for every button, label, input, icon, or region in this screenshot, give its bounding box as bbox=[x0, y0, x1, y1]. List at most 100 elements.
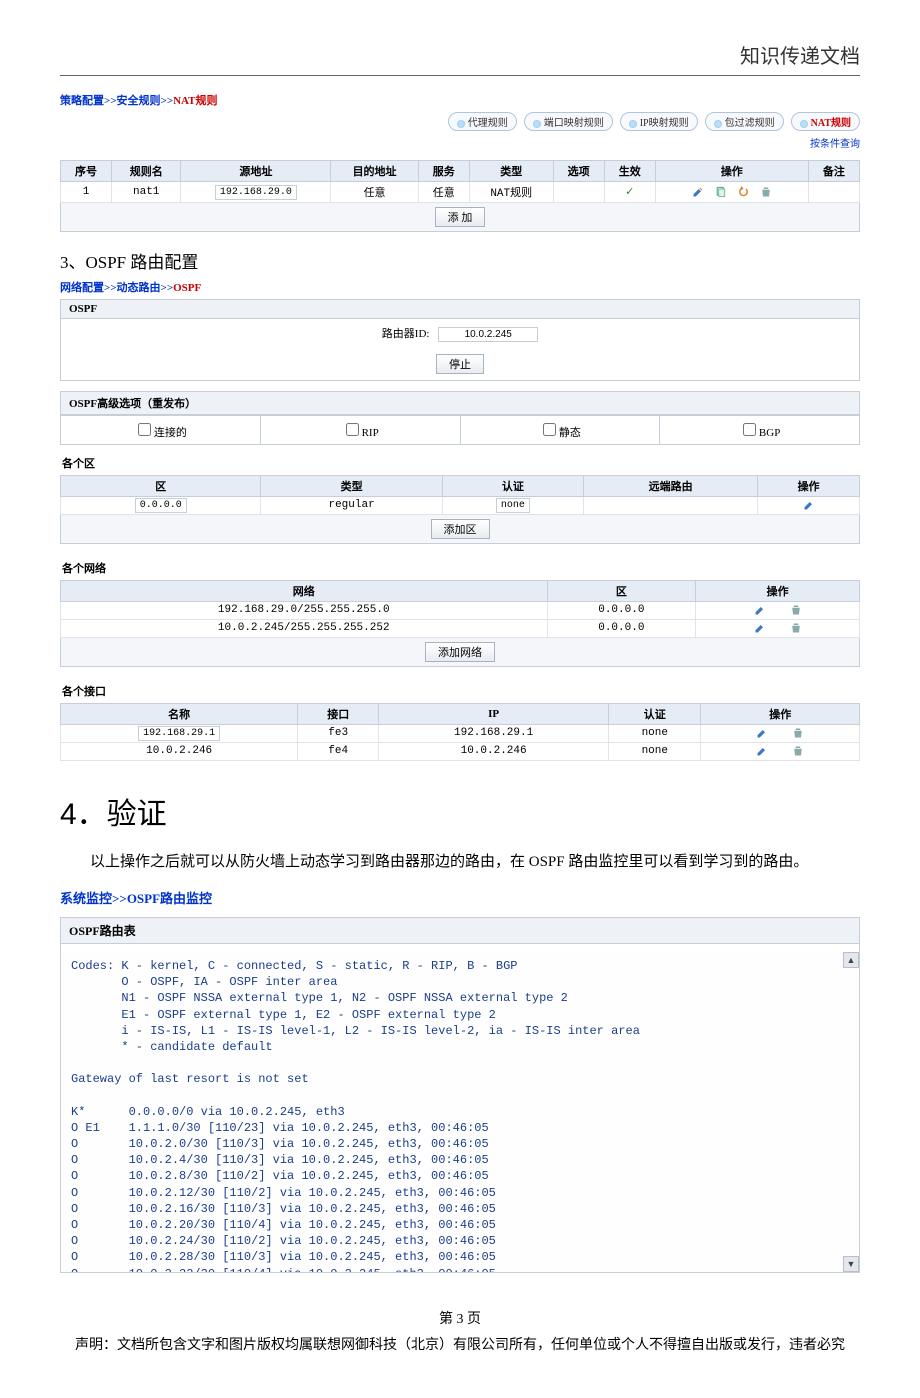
nat-rule-table: 序号 规则名 源地址 目的地址 服务 类型 选项 生效 操作 备注 1 nat1… bbox=[60, 160, 860, 203]
crumb-current: NAT规则 bbox=[173, 95, 217, 107]
tab-filter-rule[interactable]: 包过滤规则 bbox=[705, 112, 784, 131]
section-3-heading: 3、OSPF 路由配置 bbox=[60, 248, 860, 273]
col-svc: 服务 bbox=[418, 161, 469, 182]
ifs-title: 各个接口 bbox=[62, 683, 858, 699]
area-id[interactable]: 0.0.0.0 bbox=[135, 498, 187, 513]
col-src: 源地址 bbox=[181, 161, 331, 182]
if-name: 10.0.2.246 bbox=[61, 742, 298, 760]
cell-type: NAT规则 bbox=[469, 182, 553, 203]
areas-table: 区 类型 认证 远端路由 操作 0.0.0.0 regular none bbox=[60, 475, 860, 515]
add-net-button[interactable]: 添加网络 bbox=[425, 642, 495, 662]
net-area: 0.0.0.0 bbox=[547, 619, 696, 637]
chk-static[interactable] bbox=[543, 423, 556, 436]
net-area: 0.0.0.0 bbox=[547, 601, 696, 619]
ifs-table: 名称 接口 IP 认证 操作 192.168.29.1 fe3 192.168.… bbox=[60, 703, 860, 761]
lbl-bgp: BGP bbox=[759, 427, 780, 439]
delete-icon[interactable] bbox=[790, 604, 802, 616]
if-ip: 10.0.2.246 bbox=[379, 742, 609, 760]
area-auth[interactable]: none bbox=[496, 498, 530, 513]
rule-tabs: 代理规则 端口映射规则 IP映射规则 包过滤规则 NAT规则 bbox=[60, 112, 860, 131]
tab-nat-rule[interactable]: NAT规则 bbox=[791, 112, 860, 131]
crumb-current: OSPF bbox=[173, 282, 201, 294]
dot-icon bbox=[714, 120, 722, 128]
doc-title: 知识传递文档 bbox=[60, 40, 860, 76]
if-auth: none bbox=[609, 724, 701, 742]
page-footer: 第 3 页 声明：文档所包含文字和图片版权均属联想网御科技（北京）有限公司所有，… bbox=[60, 1309, 860, 1358]
ospf-route-title: OSPF路由表 bbox=[61, 918, 859, 944]
edit-icon[interactable] bbox=[756, 727, 768, 739]
lbl-connected: 连接的 bbox=[154, 427, 187, 439]
if-name[interactable]: 192.168.29.1 bbox=[138, 726, 220, 741]
section-4-body: 以上操作之后就可以从防火墙上动态学习到路由器那边的路由，在 OSPF 路由监控里… bbox=[60, 847, 860, 879]
delete-icon[interactable] bbox=[792, 727, 804, 739]
if-ip: 192.168.29.1 bbox=[379, 724, 609, 742]
lbl-static: 静态 bbox=[559, 427, 581, 439]
stop-button[interactable]: 停止 bbox=[436, 354, 484, 374]
area-type: regular bbox=[261, 497, 442, 515]
cell-dst: 任意 bbox=[331, 182, 418, 203]
edit-icon[interactable] bbox=[692, 186, 704, 198]
cell-src[interactable]: 192.168.29.0 bbox=[215, 185, 297, 200]
chk-bgp[interactable] bbox=[743, 423, 756, 436]
table-row: 192.168.29.1 fe3 192.168.29.1 none bbox=[61, 724, 860, 742]
copyright-disclaimer: 声明：文档所包含文字和图片版权均属联想网御科技（北京）有限公司所有，任何单位或个… bbox=[60, 1335, 860, 1357]
copy-icon[interactable] bbox=[715, 186, 727, 198]
page-number: 第 3 页 bbox=[60, 1309, 860, 1331]
if-port: fe3 bbox=[298, 724, 379, 742]
delete-icon[interactable] bbox=[760, 186, 772, 198]
cell-no: 1 bbox=[61, 182, 112, 203]
edit-icon[interactable] bbox=[803, 499, 815, 511]
table-row: 10.0.2.246 fe4 10.0.2.246 none bbox=[61, 742, 860, 760]
crumb[interactable]: 策略配置 bbox=[60, 95, 104, 107]
col-ops: 操作 bbox=[696, 580, 860, 601]
edit-icon[interactable] bbox=[756, 745, 768, 757]
chk-rip[interactable] bbox=[346, 423, 359, 436]
routerid-input[interactable] bbox=[438, 327, 538, 342]
undo-icon[interactable] bbox=[737, 186, 749, 198]
edit-icon[interactable] bbox=[754, 604, 766, 616]
ospf-route-panel: OSPF路由表 ▲ Codes: K - kernel, C - connect… bbox=[60, 917, 860, 1273]
col-opt: 选项 bbox=[553, 161, 604, 182]
table-row: 192.168.29.0/255.255.255.0 0.0.0.0 bbox=[61, 601, 860, 619]
cell-name: nat1 bbox=[112, 182, 181, 203]
crumb[interactable]: 网络配置 bbox=[60, 282, 104, 294]
add-area-button[interactable]: 添加区 bbox=[431, 519, 490, 539]
tab-proxy-rule[interactable]: 代理规则 bbox=[448, 112, 517, 131]
add-button[interactable]: 添 加 bbox=[435, 207, 486, 227]
col-auth: 认证 bbox=[442, 476, 583, 497]
col-ops: 操作 bbox=[701, 703, 860, 724]
ospf-panel-title: OSPF bbox=[61, 300, 859, 319]
nets-title: 各个网络 bbox=[62, 560, 858, 576]
delete-icon[interactable] bbox=[792, 745, 804, 757]
crumb[interactable]: 安全规则 bbox=[117, 95, 161, 107]
net: 10.0.2.245/255.255.255.252 bbox=[61, 619, 548, 637]
col-no: 序号 bbox=[61, 161, 112, 182]
col-area: 区 bbox=[547, 580, 696, 601]
chk-connected[interactable] bbox=[138, 423, 151, 436]
cell-svc: 任意 bbox=[418, 182, 469, 203]
table-row: 10.0.2.245/255.255.255.252 0.0.0.0 bbox=[61, 619, 860, 637]
tab-ipmap-rule[interactable]: IP映射规则 bbox=[620, 112, 698, 131]
col-auth: 认证 bbox=[609, 703, 701, 724]
delete-icon[interactable] bbox=[790, 622, 802, 634]
section-4-heading: 4．验证 bbox=[60, 789, 860, 833]
nets-table: 网络 区 操作 192.168.29.0/255.255.255.0 0.0.0… bbox=[60, 580, 860, 638]
ospf-panel: OSPF 路由器ID: 停止 bbox=[60, 299, 860, 381]
search-by-condition-link[interactable]: 按条件查询 bbox=[810, 139, 860, 150]
col-if: 接口 bbox=[298, 703, 379, 724]
net: 192.168.29.0/255.255.255.0 bbox=[61, 601, 548, 619]
routerid-label: 路由器ID: bbox=[382, 328, 430, 340]
crumb[interactable]: 动态路由 bbox=[117, 282, 161, 294]
areas-title: 各个区 bbox=[62, 455, 858, 471]
table-row: 1 nat1 192.168.29.0 任意 任意 NAT规则 ✓ bbox=[61, 182, 860, 203]
scroll-down-icon[interactable]: ▼ bbox=[843, 1256, 859, 1272]
cell-opt bbox=[553, 182, 604, 203]
scroll-up-icon[interactable]: ▲ bbox=[843, 952, 859, 968]
col-type: 类型 bbox=[469, 161, 553, 182]
dot-icon bbox=[533, 120, 541, 128]
dot-icon bbox=[800, 120, 808, 128]
if-auth: none bbox=[609, 742, 701, 760]
edit-icon[interactable] bbox=[754, 622, 766, 634]
tab-portmap-rule[interactable]: 端口映射规则 bbox=[524, 112, 613, 131]
col-note: 备注 bbox=[808, 161, 859, 182]
